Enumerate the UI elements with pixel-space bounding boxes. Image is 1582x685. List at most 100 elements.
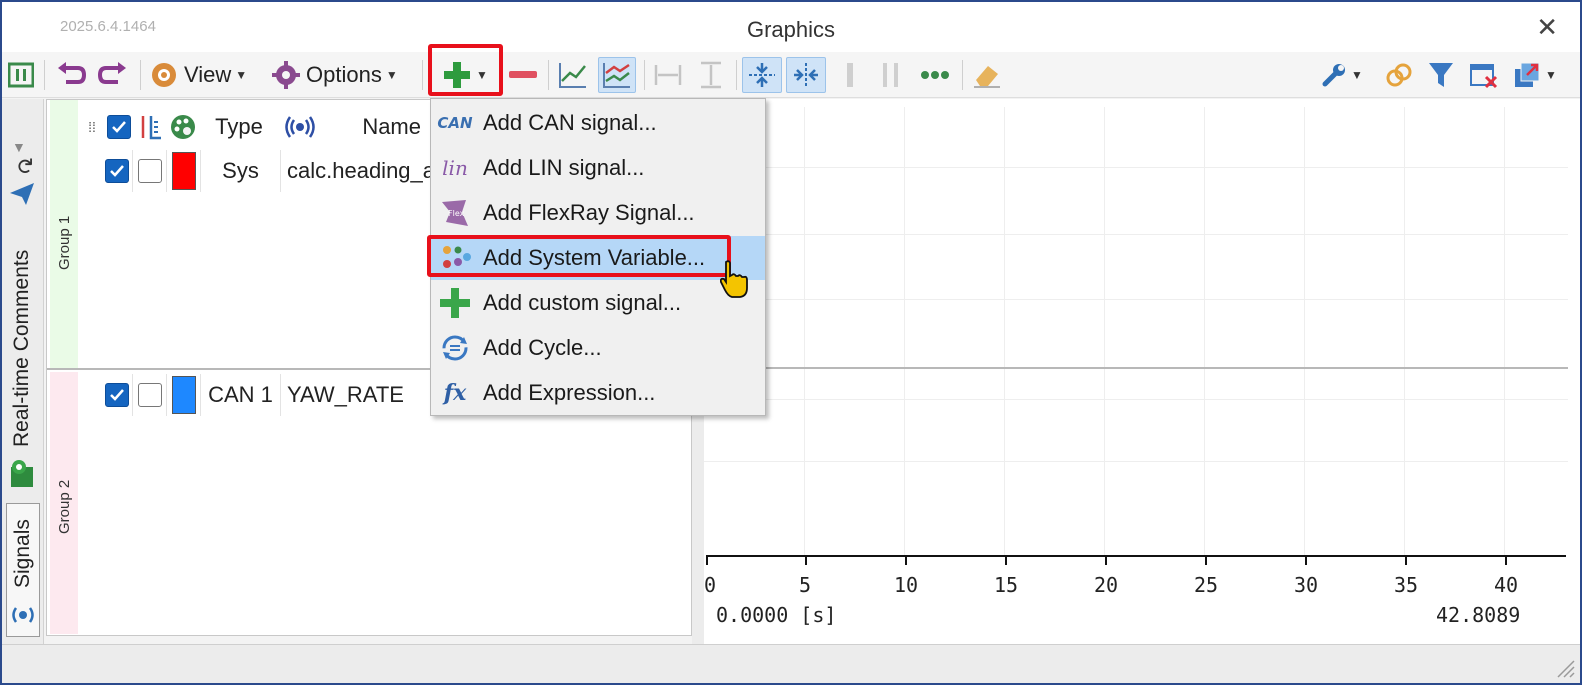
toolbar-separator [644, 60, 645, 90]
name-column-header[interactable]: Name [321, 106, 421, 148]
menu-item-add-expression[interactable]: fx Add Expression... [431, 371, 765, 415]
x-tick-label: 40 [1494, 573, 1519, 597]
view-label: View [184, 62, 232, 87]
hand-cursor-icon [720, 260, 748, 298]
eraser-button[interactable] [970, 57, 1004, 93]
fx-icon: fx [443, 380, 467, 406]
menu-item-add-flexray-signal[interactable]: Flex Add FlexRay Signal... [431, 191, 765, 235]
vertical-measure-icon [701, 61, 721, 89]
line-chart-icon [559, 63, 586, 88]
type-column-header[interactable]: Type [199, 106, 279, 148]
gear-icon [272, 61, 300, 89]
window-close-icon [1470, 64, 1498, 89]
more-dots-icon [921, 71, 949, 79]
signal-name: YAW_RATE [287, 382, 404, 407]
select-all-checkbox[interactable] [103, 106, 135, 148]
grid-line [1304, 107, 1305, 555]
graphics-window: 2025.6.4.1464 Graphics ✕ View ▼ Options … [0, 0, 1582, 685]
visible-checkbox[interactable] [101, 374, 133, 416]
x-tick [1405, 555, 1407, 565]
secondary-checkbox[interactable] [133, 374, 167, 416]
secondary-checkbox[interactable] [133, 150, 167, 192]
window-title: Graphics [746, 17, 836, 42]
x-tick [1505, 555, 1507, 565]
flexray-icon: Flex [435, 191, 475, 235]
horizontal-measure-button[interactable] [650, 57, 686, 93]
view-icon [152, 63, 176, 87]
axis-header-icon[interactable] [135, 106, 167, 148]
single-axis-button[interactable] [556, 57, 590, 93]
signal-color-swatch[interactable] [167, 374, 201, 416]
menu-item-add-custom-signal[interactable]: Add custom signal... [431, 281, 765, 325]
eraser-icon [974, 66, 1000, 88]
double-cursor-icon [883, 63, 898, 87]
menu-item-label: Add CAN signal... [483, 110, 657, 135]
horizontal-measure-icon [654, 65, 682, 85]
table-row[interactable]: Sys calc.heading_a [101, 150, 435, 192]
toolbar-separator [962, 60, 963, 90]
x-tick-label: 30 [1294, 573, 1319, 597]
signal-column-header-icon[interactable] [279, 106, 321, 148]
x-tick [905, 555, 907, 565]
can-icon: CAN [437, 114, 473, 132]
menu-item-label: Add FlexRay Signal... [483, 200, 695, 225]
comment-tab-icon[interactable] [9, 459, 37, 494]
resize-grip-icon[interactable] [1554, 657, 1576, 679]
collapse-arrow-icon[interactable]: ▼ [12, 139, 26, 155]
fit-vertical-button[interactable] [742, 57, 782, 93]
menu-item-label: Add custom signal... [483, 290, 682, 315]
tab-realtime-comments[interactable]: Real-time Comments [8, 225, 38, 451]
x-tick-label: 0 [704, 573, 717, 597]
export-menu-button[interactable]: ▼ [1510, 57, 1560, 93]
grid-line [704, 234, 1568, 235]
view-menu-button[interactable]: View ▼ [150, 57, 260, 93]
menu-item-add-can-signal[interactable]: CAN Add CAN signal... [431, 101, 765, 145]
grid-line [704, 299, 1568, 300]
group-1-band: Group 1 [50, 100, 78, 368]
signal-type: Sys [201, 150, 281, 192]
undo-button[interactable] [54, 57, 88, 93]
signal-type: CAN 1 [201, 374, 281, 416]
grid-line [704, 167, 1568, 168]
pointer-tab[interactable] [8, 181, 36, 212]
refresh-icon[interactable]: ↻ [11, 157, 37, 175]
x-tick [805, 555, 807, 565]
signal-name: calc.heading_a [287, 158, 435, 183]
filter-button[interactable] [1424, 57, 1458, 93]
vertical-measure-button[interactable] [694, 57, 728, 93]
grid-line [704, 461, 1568, 462]
multi-line-chart-icon [603, 63, 630, 88]
options-menu-button[interactable]: Options ▼ [272, 57, 414, 93]
remove-signal-button[interactable] [506, 57, 540, 93]
menu-item-label: Add Expression... [483, 380, 656, 405]
menu-item-add-lin-signal[interactable]: lin Add LIN signal... [431, 146, 765, 190]
graph-group-divider [704, 367, 1568, 369]
close-windows-button[interactable] [1466, 57, 1502, 93]
signal-color-swatch[interactable] [167, 150, 201, 192]
minus-icon [509, 71, 537, 78]
group-2-band: Group 2 [50, 372, 78, 634]
realtime-comments-label: Real-time Comments [10, 249, 33, 447]
table-row[interactable]: CAN 1 YAW_RATE [101, 374, 435, 416]
fit-horizontal-button[interactable] [786, 57, 826, 93]
chevron-down-icon: ▼ [1351, 68, 1363, 82]
menu-item-add-cycle[interactable]: Add Cycle... [431, 326, 765, 370]
link-button[interactable] [1382, 57, 1416, 93]
more-button[interactable] [916, 57, 954, 93]
palette-icon[interactable] [167, 106, 199, 148]
tools-menu-button[interactable]: ▼ [1318, 57, 1366, 93]
double-cursor-button[interactable] [876, 57, 906, 93]
redo-button[interactable] [96, 57, 130, 93]
x-tick [1305, 555, 1307, 565]
multi-axis-button[interactable] [598, 57, 636, 93]
pause-button[interactable] [6, 57, 36, 93]
close-button[interactable]: ✕ [1536, 12, 1558, 43]
vertical-tab-bar: ▼ ↻ Real-time Comments Signals [2, 99, 44, 644]
single-cursor-button[interactable] [836, 57, 864, 93]
annotation-highlight-box [427, 235, 731, 277]
visible-checkbox[interactable] [101, 150, 133, 192]
x-axis-line [706, 555, 1566, 557]
tab-signals[interactable]: Signals [6, 503, 40, 637]
drag-handle-icon[interactable]: ⁞⁞ [81, 106, 103, 148]
arrow-pointer-icon [10, 183, 34, 205]
